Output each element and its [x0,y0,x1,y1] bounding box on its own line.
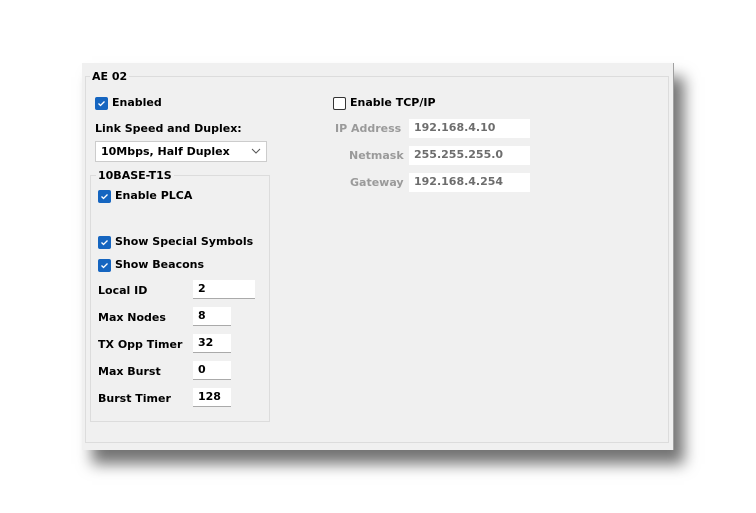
enable-tcpip-label: Enable TCP/IP [350,96,436,109]
netmask-input[interactable]: 255.255.255.0 [409,146,530,165]
adapter-settings-panel: AE 02 Enabled Link Speed and Duplex: 10M… [82,63,674,450]
netmask-label: Netmask [349,149,404,162]
enable-plca-checkbox[interactable] [98,190,111,203]
burst-timer-input[interactable]: 128 [193,388,231,407]
group-title: AE 02 [90,70,130,83]
link-speed-select[interactable]: 10Mbps, Half Duplex [95,141,267,162]
max-burst-input[interactable]: 0 [193,361,231,380]
burst-timer-label: Burst Timer [98,392,171,405]
check-icon [101,263,108,269]
t1s-title: 10BASE-T1S [96,169,174,182]
enabled-label: Enabled [112,96,162,109]
local-id-label: Local ID [98,284,148,297]
check-icon [98,101,105,107]
check-icon [101,194,108,200]
show-beacons-label: Show Beacons [115,258,205,271]
tx-opp-timer-input[interactable]: 32 [193,334,231,353]
local-id-input[interactable]: 2 [193,280,255,299]
gateway-input[interactable]: 192.168.4.254 [409,173,530,192]
show-beacons-checkbox[interactable] [98,259,111,272]
show-special-symbols-label: Show Special Symbols [115,235,254,248]
max-nodes-input[interactable]: 8 [193,307,231,326]
ip-address-input[interactable]: 192.168.4.10 [409,119,530,138]
chevron-down-icon [251,148,261,154]
max-nodes-label: Max Nodes [98,311,166,324]
enable-tcpip-checkbox[interactable] [333,97,346,110]
check-icon [101,240,108,246]
link-speed-value: 10Mbps, Half Duplex [101,145,230,158]
ip-address-label: IP Address [335,122,402,135]
tx-opp-timer-label: TX Opp Timer [98,338,183,351]
link-speed-label: Link Speed and Duplex: [95,122,242,135]
max-burst-label: Max Burst [98,365,161,378]
gateway-label: Gateway [350,176,404,189]
show-special-symbols-checkbox[interactable] [98,236,111,249]
enable-plca-label: Enable PLCA [115,189,193,202]
enabled-checkbox[interactable] [95,97,108,110]
